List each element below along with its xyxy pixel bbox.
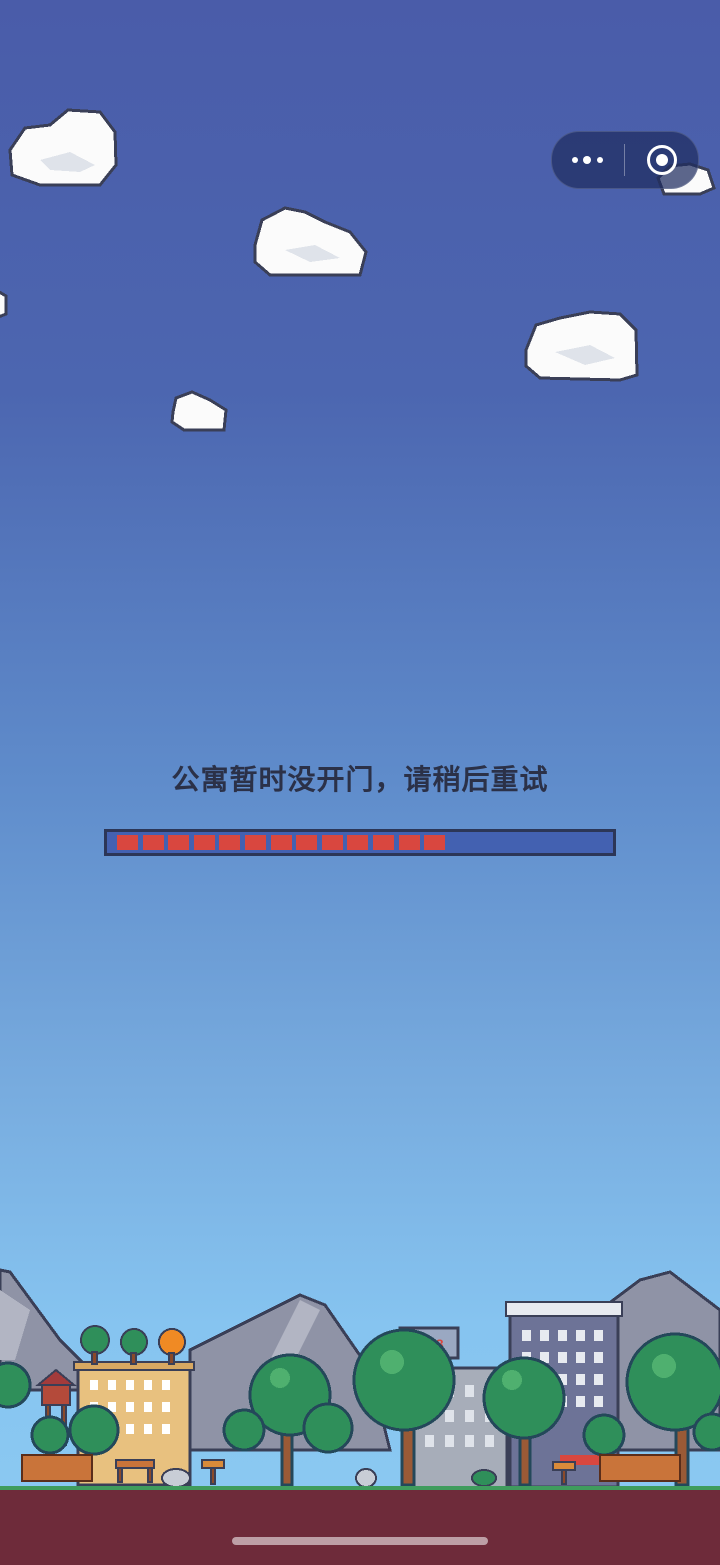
progress-segment xyxy=(424,835,446,850)
progress-segment xyxy=(296,835,318,850)
cloud xyxy=(253,206,368,277)
mini-program-capsule xyxy=(551,131,699,189)
cloud xyxy=(8,108,118,187)
clouds xyxy=(0,108,716,432)
ground xyxy=(0,1486,720,1565)
cloud xyxy=(0,290,8,319)
progress-segment xyxy=(245,835,266,850)
progress-segment xyxy=(347,835,369,850)
more-dots-icon[interactable] xyxy=(552,132,624,188)
progress-segment xyxy=(219,835,241,850)
progress-segment xyxy=(193,835,215,850)
progress-segment xyxy=(373,835,394,850)
pixel-city-scene: 58 xyxy=(0,1268,720,1490)
target-circle-icon[interactable] xyxy=(625,132,698,188)
progress-segment xyxy=(270,835,292,850)
progress-segment xyxy=(142,835,164,850)
progress-segment xyxy=(117,835,138,850)
progress-segment xyxy=(321,835,343,850)
progress-bar xyxy=(104,829,616,856)
progress-segment xyxy=(168,835,190,850)
home-indicator[interactable] xyxy=(232,1537,488,1545)
cloud xyxy=(170,390,228,432)
cloud xyxy=(524,310,639,382)
loading-message: 公寓暂时没开门，请稍后重试 xyxy=(171,763,549,796)
rooftop-trees xyxy=(80,1325,186,1365)
progress-segment xyxy=(398,835,420,850)
